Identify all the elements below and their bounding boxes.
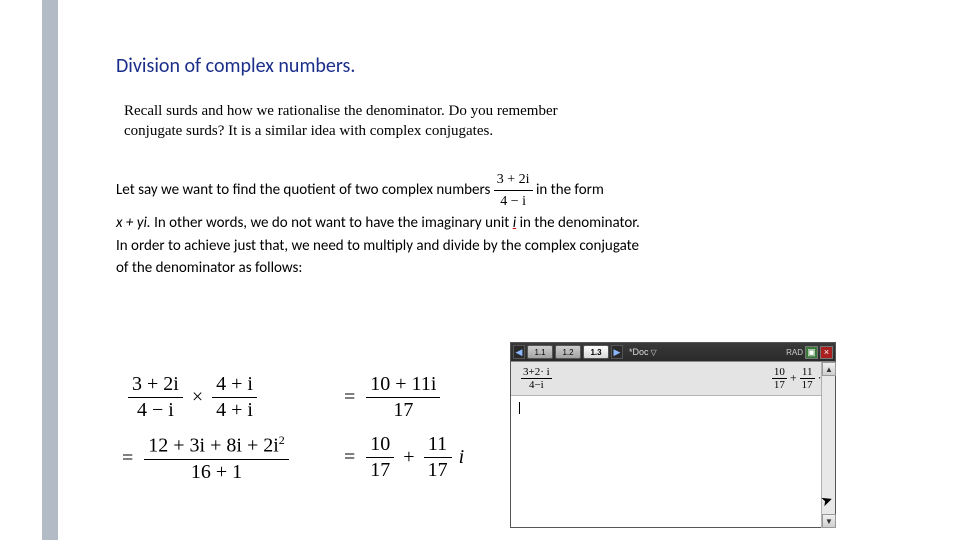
body-line2c: in the denominator.: [520, 214, 640, 232]
chevron-down-icon: ▼: [825, 517, 833, 526]
step4a-num: 10: [366, 432, 394, 457]
document-name[interactable]: *Doc▽: [629, 347, 657, 357]
explanation-paragraph: Let say we want to find the quotient of …: [116, 169, 846, 280]
side-accent-stripe: [42, 0, 58, 540]
calc-out-frac-b: 11 17: [800, 366, 815, 391]
calc-out-b-num: 11: [800, 366, 815, 378]
scroll-down-button[interactable]: ▼: [822, 514, 836, 528]
step4b-num: 11: [424, 432, 452, 457]
step4a-den: 17: [366, 457, 394, 483]
tab-label: 1.1: [534, 348, 545, 357]
chevron-up-icon: ▲: [825, 365, 833, 374]
final-i: i: [459, 446, 465, 469]
body-line4: of the denominator as follows:: [116, 259, 302, 277]
step2-den: 17: [366, 397, 440, 423]
step1-right-num: 4 + i: [212, 372, 257, 397]
step3-num-text: 12 + 3i + 8i + 2i: [148, 435, 279, 457]
inline-fraction: 3 + 2i 4 − i: [494, 169, 533, 212]
calculator-body[interactable]: 3+2· i 4−i 10 17 + 11 17 ·i ▲ ▼ ➤: [511, 361, 835, 527]
step2-num: 10 + 11i: [366, 372, 440, 397]
step4-frac-a: 10 17: [366, 432, 394, 483]
scroll-up-button[interactable]: ▲: [822, 362, 836, 376]
page-title: Division of complex numbers.: [116, 54, 846, 78]
tab-label: 1.3: [590, 348, 601, 357]
slide-content: Division of complex numbers. Recall surd…: [116, 54, 846, 298]
nav-prev-button[interactable]: ◀: [513, 345, 525, 359]
step1-frac-right: 4 + i 4 + i: [212, 372, 257, 423]
window-mid-button[interactable]: ▣: [805, 346, 818, 359]
step1-left-den: 4 − i: [128, 397, 183, 423]
step3-sup: 2: [279, 433, 285, 447]
body-line1a: Let say we want to find the quotient of …: [116, 181, 494, 199]
close-button[interactable]: ×: [820, 346, 833, 359]
calc-input-frac: 3+2· i 4−i: [521, 366, 552, 391]
equals-sign-3: =: [344, 446, 355, 469]
inline-frac-num: 3 + 2i: [494, 169, 533, 190]
math-step-4: = 10 17 + 11 17 i: [338, 432, 468, 483]
close-icon: ×: [824, 347, 829, 357]
nav-next-button[interactable]: ▶: [611, 345, 623, 359]
step3-frac: 12 + 3i + 8i + 2i2 16 + 1: [144, 432, 289, 485]
calc-out-frac-a: 10 17: [772, 366, 787, 391]
step4b-den: 17: [424, 457, 452, 483]
step4-frac-b: 11 17: [424, 432, 452, 483]
doc-name-text: *Doc: [629, 347, 649, 357]
step1-frac-left: 3 + 2i 4 − i: [128, 372, 183, 423]
equals-sign: =: [344, 386, 355, 409]
mode-badge: RAD: [786, 348, 803, 357]
chevron-right-icon: ▶: [614, 347, 621, 358]
body-line2b: In other words, we do not want to have t…: [154, 214, 513, 232]
step2-frac: 10 + 11i 17: [366, 372, 440, 423]
text-cursor: [519, 402, 520, 414]
calc-out-a-den: 17: [772, 378, 787, 391]
body-line1b: in the form: [536, 181, 604, 199]
imaginary-unit-highlight: i: [513, 214, 516, 232]
step3-den: 16 + 1: [144, 459, 289, 485]
tab-1-1[interactable]: 1.1: [527, 345, 553, 359]
times-sign: ×: [192, 386, 203, 409]
titlebar-right: RAD ▣ ×: [786, 346, 833, 359]
calc-input-num: 3+2· i: [521, 366, 552, 378]
step3-num: 12 + 3i + 8i + 2i2: [144, 432, 289, 459]
tab-1-2[interactable]: 1.2: [555, 345, 581, 359]
calc-output: 10 17 + 11 17 ·i: [772, 366, 825, 391]
math-step-3: = 12 + 3i + 8i + 2i2 16 + 1: [116, 432, 289, 485]
calc-input-den: 4−i: [521, 378, 552, 391]
body-line3: In order to achieve just that, we need t…: [116, 237, 639, 255]
calculator-titlebar: ◀ 1.1 1.2 1.3 ▶ *Doc▽ RAD ▣ ×: [511, 343, 835, 361]
calc-out-a-num: 10: [772, 366, 787, 378]
tab-1-3[interactable]: 1.3: [583, 345, 609, 359]
math-step-1: 3 + 2i 4 − i × 4 + i 4 + i: [128, 372, 257, 423]
math-step-2: = 10 + 11i 17: [338, 372, 440, 423]
recall-paragraph: Recall surds and how we rationalise the …: [124, 102, 604, 141]
window-icon: ▣: [807, 347, 816, 358]
calc-out-plus: +: [790, 370, 797, 384]
plus-sign: +: [403, 446, 414, 469]
calculator-window: ◀ 1.1 1.2 1.3 ▶ *Doc▽ RAD ▣ × 3+2· i 4−i…: [510, 342, 836, 528]
step1-right-den: 4 + i: [212, 397, 257, 423]
calc-out-b-den: 17: [800, 378, 815, 391]
tab-label: 1.2: [562, 348, 573, 357]
chevron-left-icon: ◀: [516, 347, 523, 358]
inline-frac-den: 4 − i: [494, 190, 533, 212]
step1-left-num: 3 + 2i: [128, 372, 183, 397]
equals-sign-2: =: [122, 447, 133, 470]
dropdown-icon: ▽: [651, 348, 657, 357]
body-line2a: x + yi.: [116, 214, 154, 232]
calc-history-row[interactable]: 3+2· i 4−i 10 17 + 11 17 ·i: [511, 362, 835, 396]
